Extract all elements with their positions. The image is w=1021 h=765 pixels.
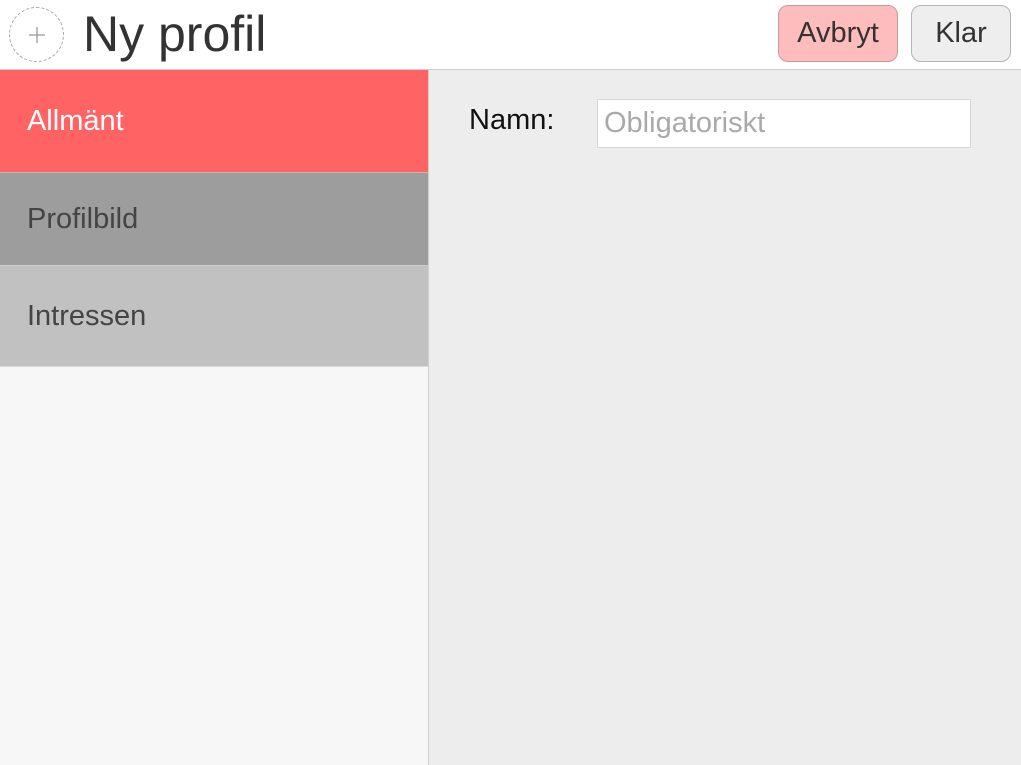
done-button[interactable]: Klar bbox=[911, 5, 1011, 62]
sidebar-item-interests[interactable]: Intressen bbox=[0, 265, 428, 367]
main-panel: Namn: bbox=[429, 70, 1021, 765]
plus-icon bbox=[28, 26, 45, 43]
name-field[interactable] bbox=[597, 99, 971, 148]
page-title: Ny profil bbox=[83, 6, 267, 62]
add-profile-picture-button[interactable] bbox=[9, 7, 64, 62]
cancel-button[interactable]: Avbryt bbox=[778, 5, 898, 62]
sidebar: Allmänt Profilbild Intressen bbox=[0, 70, 429, 765]
sidebar-item-general[interactable]: Allmänt bbox=[0, 70, 428, 172]
header-bar: Ny profil Avbryt Klar bbox=[0, 0, 1021, 70]
sidebar-item-profile-picture[interactable]: Profilbild bbox=[0, 172, 428, 265]
name-label: Namn: bbox=[469, 104, 555, 136]
